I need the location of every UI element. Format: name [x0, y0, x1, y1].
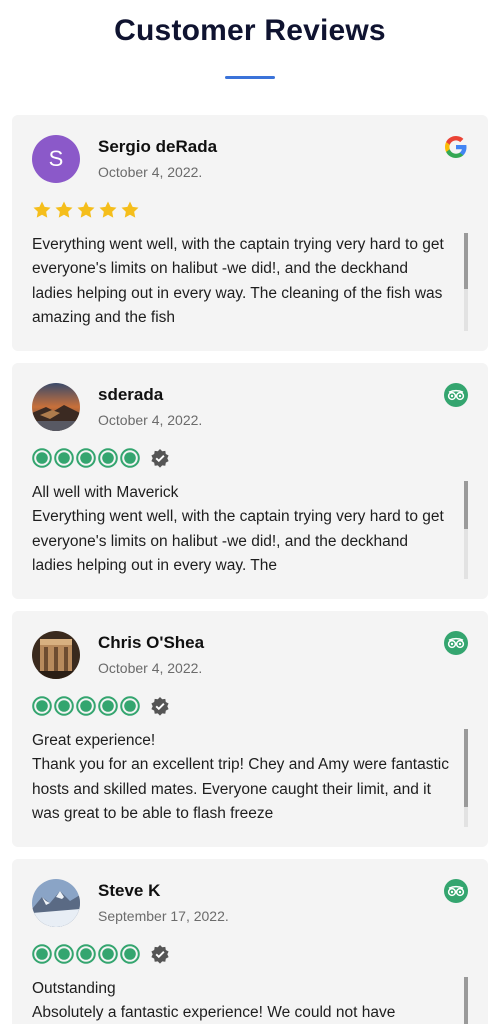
rating-bubble-icon	[120, 696, 140, 716]
tripadvisor-icon[interactable]	[444, 383, 468, 407]
verified-badge-icon	[151, 697, 169, 716]
review-text: Great experience! Thank you for an excel…	[32, 729, 452, 827]
review-card: Steve K September 17, 2022. Outstanding …	[12, 859, 488, 1024]
review-scrollbar[interactable]	[464, 729, 468, 827]
bubble-rating	[32, 943, 170, 965]
review-text: Everything went well, with the captain t…	[32, 233, 452, 331]
star-rating	[32, 199, 140, 221]
avatar	[32, 879, 80, 927]
title-underline	[225, 76, 275, 79]
rating-bubble-icon	[76, 448, 96, 468]
rating-bubble-icon	[32, 696, 52, 716]
rating-bubble-icon	[54, 944, 74, 964]
avatar	[32, 631, 80, 679]
review-date: October 4, 2022.	[98, 164, 203, 180]
star-icon	[99, 201, 117, 218]
scrollbar-thumb[interactable]	[464, 729, 468, 807]
bubble-rating	[32, 447, 170, 469]
review-body: Thank you for an excellent trip! Chey an…	[32, 756, 449, 822]
review-scrollbar[interactable]	[464, 233, 468, 331]
rating-bubble-icon	[120, 944, 140, 964]
reviewer-name: Sergio deRada	[98, 137, 218, 156]
tripadvisor-icon[interactable]	[444, 631, 468, 655]
rating-bubble-icon	[32, 448, 52, 468]
reviewer-name: Chris O'Shea	[98, 633, 205, 652]
rating-bubble-icon	[76, 696, 96, 716]
review-date: October 4, 2022.	[98, 412, 203, 428]
review-scrollbar[interactable]	[464, 977, 468, 1024]
review-body: Absolutely a fantastic experience! We co…	[32, 1004, 396, 1022]
scrollbar-thumb[interactable]	[464, 481, 468, 529]
reviewer-name: sderada	[98, 385, 164, 404]
rating-bubble-icon	[98, 448, 118, 468]
review-text: All well with Maverick Everything went w…	[32, 481, 452, 579]
rating-bubble-icon	[54, 696, 74, 716]
scrollbar-thumb[interactable]	[464, 233, 468, 289]
verified-badge-icon	[151, 945, 169, 964]
review-date: October 4, 2022.	[98, 660, 203, 676]
page-title: Customer Reviews	[114, 14, 386, 47]
rating-bubble-icon	[120, 448, 140, 468]
star-icon	[121, 201, 139, 218]
review-body: Everything went well, with the captain t…	[32, 236, 444, 326]
google-icon[interactable]	[444, 135, 468, 159]
review-headline: Outstanding	[32, 980, 116, 997]
star-icon	[77, 201, 95, 218]
avatar: S	[32, 135, 80, 183]
avatar	[32, 383, 80, 431]
review-scrollbar[interactable]	[464, 481, 468, 579]
tripadvisor-icon[interactable]	[444, 879, 468, 903]
review-body: Everything went well, with the captain t…	[32, 508, 444, 574]
rating-bubble-icon	[98, 944, 118, 964]
star-icon	[55, 201, 73, 218]
scrollbar-thumb[interactable]	[464, 977, 468, 1024]
review-card: Chris O'Shea October 4, 2022. Great expe…	[12, 611, 488, 847]
rating-bubble-icon	[32, 944, 52, 964]
review-card: sderada October 4, 2022. All well with M…	[12, 363, 488, 599]
review-headline: Great experience!	[32, 732, 156, 749]
verified-badge-icon	[151, 449, 169, 468]
review-card: S Sergio deRada October 4, 2022. Everyth…	[12, 115, 488, 351]
rating-bubble-icon	[76, 944, 96, 964]
rating-bubble-icon	[98, 696, 118, 716]
reviewer-name: Steve K	[98, 881, 161, 900]
rating-bubble-icon	[54, 448, 74, 468]
review-text: Outstanding Absolutely a fantastic exper…	[32, 977, 452, 1024]
review-date: September 17, 2022.	[98, 908, 229, 924]
star-icon	[33, 201, 51, 218]
review-headline: All well with Maverick	[32, 484, 179, 501]
bubble-rating	[32, 695, 170, 717]
